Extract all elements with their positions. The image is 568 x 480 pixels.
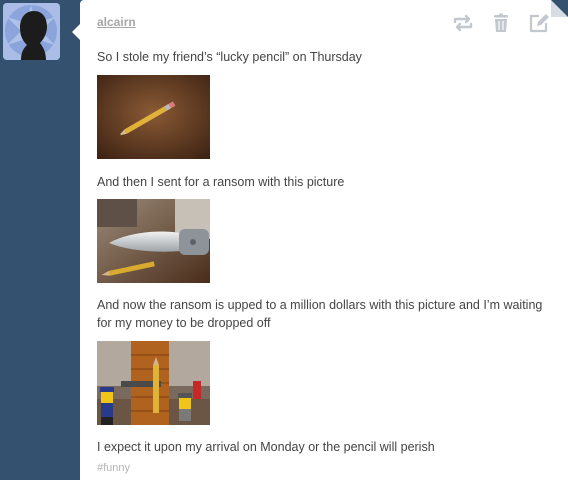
reblog-icon[interactable]	[452, 12, 474, 34]
silhouette-avatar-icon	[3, 3, 60, 60]
post-paragraph-2: And then I sent for a ransom with this p…	[97, 175, 345, 189]
post-corner-fold	[551, 0, 568, 17]
avatar[interactable]	[3, 3, 60, 60]
edit-icon[interactable]	[528, 12, 550, 34]
post-paragraph-3: And now the ransom is upped to a million…	[97, 298, 543, 330]
post-card: alcairn So I stole my friend’s “lucky pe…	[72, 0, 568, 480]
post-pointer	[72, 24, 80, 40]
trash-icon[interactable]	[490, 12, 512, 34]
post-paragraph-1: So I stole my friend’s “lucky pencil” on…	[97, 50, 362, 64]
photo-knife-and-pencil[interactable]	[97, 199, 210, 283]
post-author-link[interactable]: alcairn	[97, 15, 136, 29]
post-paragraph-4: I expect it upon my arrival on Monday or…	[97, 440, 435, 454]
post-controls	[452, 12, 550, 34]
photo-pencil-on-table[interactable]	[97, 75, 210, 159]
post-tag-link[interactable]: #funny	[97, 462, 130, 474]
photo-lego-guards[interactable]	[97, 341, 210, 425]
